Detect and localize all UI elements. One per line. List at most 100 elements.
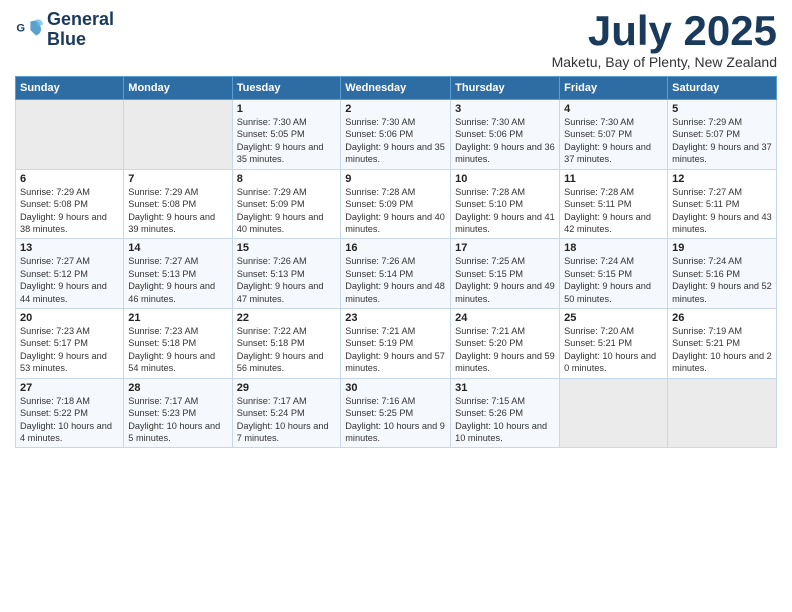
day-info: Sunrise: 7:26 AMSunset: 5:14 PMDaylight:… xyxy=(345,255,446,305)
day-number: 2 xyxy=(345,103,446,115)
day-number: 16 xyxy=(345,242,446,254)
title-block: July 2025 Maketu, Bay of Plenty, New Zea… xyxy=(552,10,777,70)
day-info: Sunrise: 7:28 AMSunset: 5:10 PMDaylight:… xyxy=(455,186,555,236)
calendar-cell: 11Sunrise: 7:28 AMSunset: 5:11 PMDayligh… xyxy=(560,169,668,239)
calendar-cell xyxy=(16,100,124,170)
calendar-cell: 28Sunrise: 7:17 AMSunset: 5:23 PMDayligh… xyxy=(124,378,232,448)
calendar-cell: 3Sunrise: 7:30 AMSunset: 5:06 PMDaylight… xyxy=(451,100,560,170)
calendar-cell: 21Sunrise: 7:23 AMSunset: 5:18 PMDayligh… xyxy=(124,309,232,379)
svg-text:G: G xyxy=(16,22,25,34)
calendar-cell: 17Sunrise: 7:25 AMSunset: 5:15 PMDayligh… xyxy=(451,239,560,309)
day-info: Sunrise: 7:27 AMSunset: 5:13 PMDaylight:… xyxy=(128,255,227,305)
day-number: 8 xyxy=(237,173,337,185)
day-number: 28 xyxy=(128,382,227,394)
calendar-cell: 25Sunrise: 7:20 AMSunset: 5:21 PMDayligh… xyxy=(560,309,668,379)
day-info: Sunrise: 7:30 AMSunset: 5:05 PMDaylight:… xyxy=(237,116,337,166)
day-info: Sunrise: 7:23 AMSunset: 5:17 PMDaylight:… xyxy=(20,325,119,375)
logo-icon: G xyxy=(15,16,43,44)
calendar-cell: 4Sunrise: 7:30 AMSunset: 5:07 PMDaylight… xyxy=(560,100,668,170)
header: G General Blue July 2025 Maketu, Bay of … xyxy=(15,10,777,70)
day-number: 24 xyxy=(455,312,555,324)
calendar-week-row: 20Sunrise: 7:23 AMSunset: 5:17 PMDayligh… xyxy=(16,309,777,379)
calendar-cell: 18Sunrise: 7:24 AMSunset: 5:15 PMDayligh… xyxy=(560,239,668,309)
day-info: Sunrise: 7:17 AMSunset: 5:23 PMDaylight:… xyxy=(128,395,227,445)
calendar-cell xyxy=(668,378,777,448)
calendar-cell: 15Sunrise: 7:26 AMSunset: 5:13 PMDayligh… xyxy=(232,239,341,309)
logo-line1: General xyxy=(47,10,114,30)
day-info: Sunrise: 7:18 AMSunset: 5:22 PMDaylight:… xyxy=(20,395,119,445)
location: Maketu, Bay of Plenty, New Zealand xyxy=(552,54,777,70)
calendar-cell: 23Sunrise: 7:21 AMSunset: 5:19 PMDayligh… xyxy=(341,309,451,379)
day-info: Sunrise: 7:23 AMSunset: 5:18 PMDaylight:… xyxy=(128,325,227,375)
day-number: 20 xyxy=(20,312,119,324)
calendar-table: SundayMondayTuesdayWednesdayThursdayFrid… xyxy=(15,76,777,448)
day-info: Sunrise: 7:21 AMSunset: 5:19 PMDaylight:… xyxy=(345,325,446,375)
day-number: 25 xyxy=(564,312,663,324)
day-number: 3 xyxy=(455,103,555,115)
calendar-week-row: 1Sunrise: 7:30 AMSunset: 5:05 PMDaylight… xyxy=(16,100,777,170)
weekday-header: Thursday xyxy=(451,77,560,100)
day-info: Sunrise: 7:28 AMSunset: 5:11 PMDaylight:… xyxy=(564,186,663,236)
weekday-header: Saturday xyxy=(668,77,777,100)
calendar-cell xyxy=(560,378,668,448)
calendar-cell: 10Sunrise: 7:28 AMSunset: 5:10 PMDayligh… xyxy=(451,169,560,239)
day-info: Sunrise: 7:21 AMSunset: 5:20 PMDaylight:… xyxy=(455,325,555,375)
day-number: 15 xyxy=(237,242,337,254)
calendar-cell: 26Sunrise: 7:19 AMSunset: 5:21 PMDayligh… xyxy=(668,309,777,379)
calendar-week-row: 27Sunrise: 7:18 AMSunset: 5:22 PMDayligh… xyxy=(16,378,777,448)
day-number: 29 xyxy=(237,382,337,394)
day-number: 18 xyxy=(564,242,663,254)
calendar-cell: 7Sunrise: 7:29 AMSunset: 5:08 PMDaylight… xyxy=(124,169,232,239)
weekday-header: Tuesday xyxy=(232,77,341,100)
calendar-cell: 19Sunrise: 7:24 AMSunset: 5:16 PMDayligh… xyxy=(668,239,777,309)
calendar-cell: 31Sunrise: 7:15 AMSunset: 5:26 PMDayligh… xyxy=(451,378,560,448)
calendar-cell: 14Sunrise: 7:27 AMSunset: 5:13 PMDayligh… xyxy=(124,239,232,309)
day-info: Sunrise: 7:26 AMSunset: 5:13 PMDaylight:… xyxy=(237,255,337,305)
main-container: G General Blue July 2025 Maketu, Bay of … xyxy=(0,0,792,458)
calendar-body: 1Sunrise: 7:30 AMSunset: 5:05 PMDaylight… xyxy=(16,100,777,448)
calendar-cell: 9Sunrise: 7:28 AMSunset: 5:09 PMDaylight… xyxy=(341,169,451,239)
weekday-header: Monday xyxy=(124,77,232,100)
calendar-cell: 5Sunrise: 7:29 AMSunset: 5:07 PMDaylight… xyxy=(668,100,777,170)
calendar-cell: 27Sunrise: 7:18 AMSunset: 5:22 PMDayligh… xyxy=(16,378,124,448)
calendar-cell: 8Sunrise: 7:29 AMSunset: 5:09 PMDaylight… xyxy=(232,169,341,239)
calendar-cell: 30Sunrise: 7:16 AMSunset: 5:25 PMDayligh… xyxy=(341,378,451,448)
calendar-cell: 24Sunrise: 7:21 AMSunset: 5:20 PMDayligh… xyxy=(451,309,560,379)
day-info: Sunrise: 7:27 AMSunset: 5:12 PMDaylight:… xyxy=(20,255,119,305)
month-title: July 2025 xyxy=(552,10,777,52)
day-number: 6 xyxy=(20,173,119,185)
day-number: 14 xyxy=(128,242,227,254)
day-number: 22 xyxy=(237,312,337,324)
day-number: 26 xyxy=(672,312,772,324)
day-number: 10 xyxy=(455,173,555,185)
calendar-cell: 20Sunrise: 7:23 AMSunset: 5:17 PMDayligh… xyxy=(16,309,124,379)
calendar-cell: 6Sunrise: 7:29 AMSunset: 5:08 PMDaylight… xyxy=(16,169,124,239)
day-number: 21 xyxy=(128,312,227,324)
day-number: 27 xyxy=(20,382,119,394)
day-info: Sunrise: 7:29 AMSunset: 5:08 PMDaylight:… xyxy=(20,186,119,236)
day-number: 12 xyxy=(672,173,772,185)
logo-line2: Blue xyxy=(47,30,114,50)
day-info: Sunrise: 7:30 AMSunset: 5:07 PMDaylight:… xyxy=(564,116,663,166)
weekday-header: Sunday xyxy=(16,77,124,100)
calendar-cell: 2Sunrise: 7:30 AMSunset: 5:06 PMDaylight… xyxy=(341,100,451,170)
day-info: Sunrise: 7:29 AMSunset: 5:08 PMDaylight:… xyxy=(128,186,227,236)
day-info: Sunrise: 7:28 AMSunset: 5:09 PMDaylight:… xyxy=(345,186,446,236)
day-number: 5 xyxy=(672,103,772,115)
calendar-cell: 13Sunrise: 7:27 AMSunset: 5:12 PMDayligh… xyxy=(16,239,124,309)
day-number: 23 xyxy=(345,312,446,324)
day-number: 4 xyxy=(564,103,663,115)
day-number: 7 xyxy=(128,173,227,185)
day-info: Sunrise: 7:16 AMSunset: 5:25 PMDaylight:… xyxy=(345,395,446,445)
day-info: Sunrise: 7:19 AMSunset: 5:21 PMDaylight:… xyxy=(672,325,772,375)
day-number: 13 xyxy=(20,242,119,254)
day-number: 30 xyxy=(345,382,446,394)
calendar-cell: 1Sunrise: 7:30 AMSunset: 5:05 PMDaylight… xyxy=(232,100,341,170)
day-info: Sunrise: 7:24 AMSunset: 5:16 PMDaylight:… xyxy=(672,255,772,305)
day-info: Sunrise: 7:24 AMSunset: 5:15 PMDaylight:… xyxy=(564,255,663,305)
day-number: 31 xyxy=(455,382,555,394)
calendar-cell: 16Sunrise: 7:26 AMSunset: 5:14 PMDayligh… xyxy=(341,239,451,309)
day-info: Sunrise: 7:17 AMSunset: 5:24 PMDaylight:… xyxy=(237,395,337,445)
day-info: Sunrise: 7:29 AMSunset: 5:07 PMDaylight:… xyxy=(672,116,772,166)
calendar-cell: 22Sunrise: 7:22 AMSunset: 5:18 PMDayligh… xyxy=(232,309,341,379)
